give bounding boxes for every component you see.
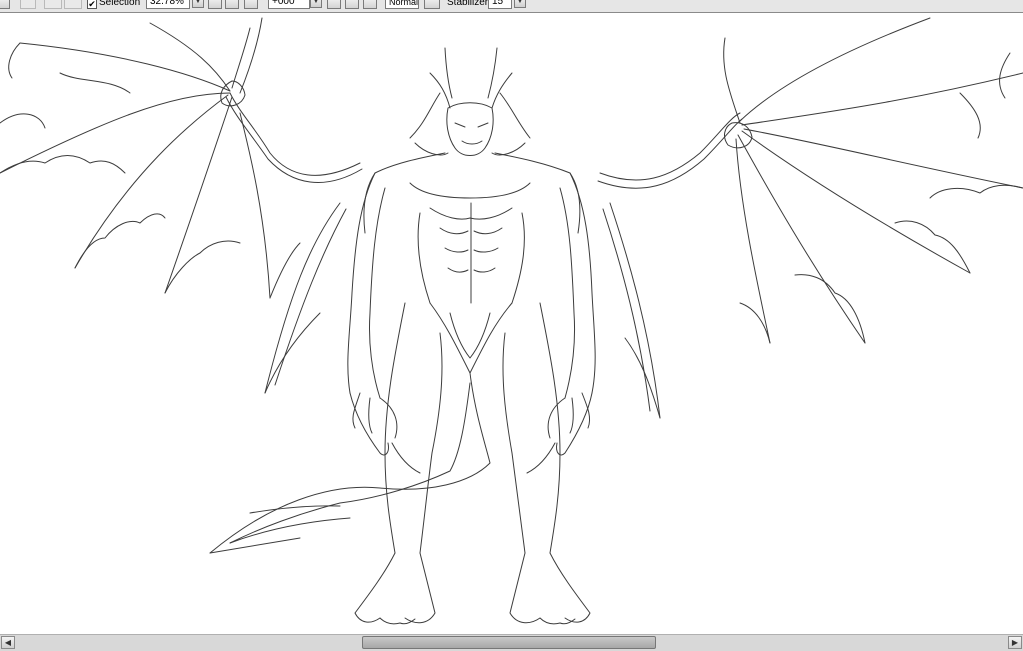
stabilizer-field[interactable]: 15 — [488, 0, 512, 9]
right-wing-drawing — [597, 17, 1023, 419]
deselect-button[interactable] — [64, 0, 82, 9]
drawing-canvas[interactable] — [0, 13, 1023, 634]
toolbar-leftmost-button[interactable] — [0, 0, 10, 9]
legs-drawing — [354, 302, 591, 625]
scroll-right-icon[interactable]: ▶ — [1008, 636, 1022, 649]
stabilizer-label: Stabilizer — [447, 0, 489, 8]
demon-sketch-artwork — [0, 17, 1023, 625]
selection-label: Selection — [99, 0, 141, 8]
blend-mode-select[interactable]: Normal — [385, 0, 419, 9]
stabilizer-dropdown-icon[interactable]: ▼ — [514, 0, 526, 8]
zoom-reset-button[interactable] — [244, 0, 258, 9]
scrollbar-thumb[interactable] — [362, 636, 656, 649]
flip-button[interactable] — [424, 0, 440, 9]
zoom-field[interactable]: 32.78% — [146, 0, 190, 9]
toolbar: ✔ Selection 32.78% ▼ +000° ▼ Normal Stab… — [0, 0, 1023, 13]
zoom-dropdown-icon[interactable]: ▼ — [192, 0, 204, 8]
rotate-reset-button[interactable] — [363, 0, 377, 9]
zoom-in-button[interactable] — [225, 0, 239, 9]
rotation-dropdown-icon[interactable]: ▼ — [310, 0, 322, 8]
head-drawing — [409, 47, 531, 156]
zoom-out-button[interactable] — [208, 0, 222, 9]
rotate-left-button[interactable] — [327, 0, 341, 9]
tail-drawing — [209, 372, 491, 554]
left-wing-drawing — [0, 17, 363, 394]
rotate-right-button[interactable] — [345, 0, 359, 9]
rotation-field[interactable]: +000° — [268, 0, 310, 9]
scroll-left-icon[interactable]: ◀ — [1, 636, 15, 649]
selection-checkbox[interactable]: ✔ — [87, 0, 97, 9]
horizontal-scrollbar[interactable]: ◀ ▶ — [0, 634, 1023, 651]
undo-button[interactable] — [20, 0, 36, 9]
redo-button[interactable] — [44, 0, 62, 9]
